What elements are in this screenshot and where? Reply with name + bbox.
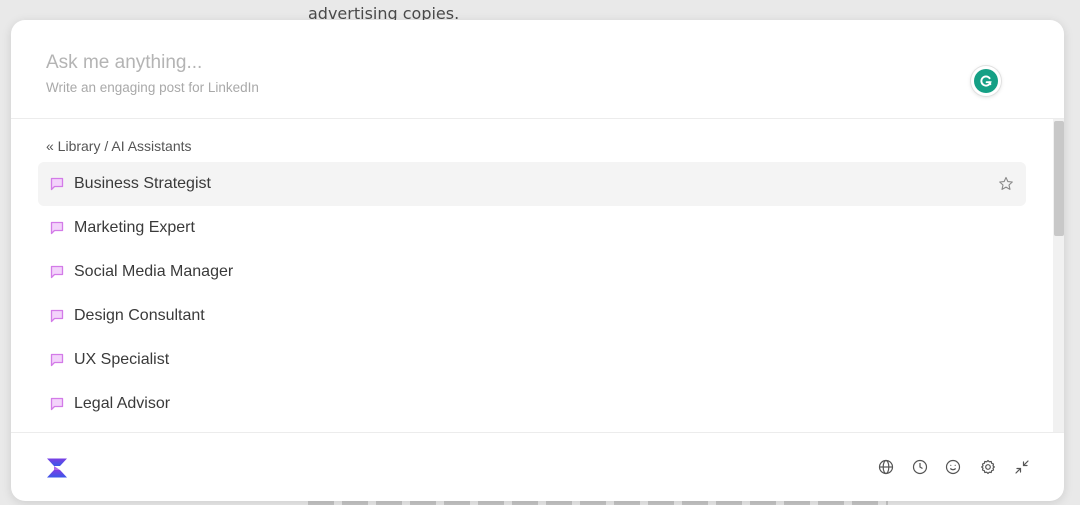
chat-bubble-icon [50,177,64,191]
assistant-label: UX Specialist [74,351,170,368]
chat-bubble-icon [50,265,64,279]
assistant-item-business-strategist[interactable]: Business Strategist [38,162,1026,206]
history-icon[interactable] [911,458,929,476]
assistant-item-design-consultant[interactable]: Design Consultant [38,294,1026,338]
assistant-modal: Write an engaging post for LinkedIn « Li… [11,20,1064,501]
chat-bubble-icon [50,221,64,235]
chat-bubble-icon [50,353,64,367]
assistant-list: « Library / AI Assistants Business Strat… [11,119,1064,432]
assistant-item-social-media-manager[interactable]: Social Media Manager [38,250,1026,294]
modal-footer [11,432,1064,501]
modal-header: Write an engaging post for LinkedIn [11,20,1064,119]
grammarly-icon[interactable] [971,66,1001,96]
search-input[interactable] [46,52,846,74]
search-hint: Write an engaging post for LinkedIn [46,80,259,95]
assistant-item-ux-specialist[interactable]: UX Specialist [38,338,1026,382]
assistant-item-legal-advisor[interactable]: Legal Advisor [38,382,1026,426]
app-logo-icon [46,458,68,478]
globe-icon[interactable] [877,458,895,476]
assistant-label: Marketing Expert [74,219,195,236]
chat-bubble-icon [50,309,64,323]
assistant-label: Legal Advisor [74,395,171,412]
minimize-icon[interactable] [1013,458,1031,476]
assistant-label: Social Media Manager [74,263,234,280]
chat-bubble-icon [50,397,64,411]
assistant-item-marketing-expert[interactable]: Marketing Expert [38,206,1026,250]
gear-icon[interactable] [979,458,997,476]
assistant-label: Design Consultant [74,307,205,324]
assistant-label: Business Strategist [74,175,211,192]
smiley-icon[interactable] [944,458,962,476]
scrollbar-thumb[interactable] [1054,121,1064,236]
star-icon[interactable] [998,176,1014,192]
breadcrumb[interactable]: « Library / AI Assistants [46,138,192,154]
